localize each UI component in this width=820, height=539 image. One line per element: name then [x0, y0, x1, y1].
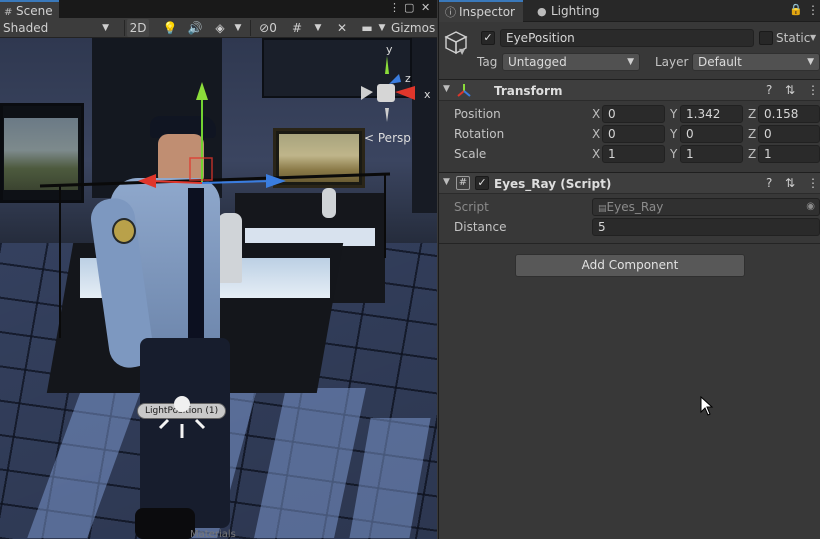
- chevron-down-icon: ▼: [102, 23, 109, 33]
- script-reference-field: ▤Eyes_Ray ◉: [592, 198, 820, 216]
- help-icon[interactable]: ?: [766, 176, 772, 190]
- lock-icon[interactable]: 🔒: [789, 3, 803, 16]
- component-menu-icon[interactable]: ⋮: [807, 176, 819, 190]
- rotation-x-field[interactable]: 0: [602, 125, 665, 143]
- icon-dropdown-icon[interactable]: ▼: [459, 47, 465, 56]
- axis-x-label: X: [592, 107, 601, 121]
- distance-field[interactable]: 5: [592, 218, 820, 236]
- axis-z-label: Z: [748, 147, 757, 161]
- gizmo-x-label: x: [424, 88, 431, 101]
- help-icon[interactable]: ?: [766, 83, 772, 97]
- lightbulb-icon: ●: [537, 5, 547, 18]
- position-z-field[interactable]: 0.158: [758, 105, 820, 123]
- axis-x-label: X: [592, 147, 601, 161]
- gizmo-z-label: z: [405, 72, 411, 85]
- tab-scene[interactable]: # Scene: [0, 0, 59, 18]
- script-icon: #: [456, 176, 470, 190]
- rotation-z-field[interactable]: 0: [758, 125, 820, 143]
- hidden-objects-toggle[interactable]: ⊘0: [254, 19, 282, 37]
- static-label: Static: [776, 31, 811, 45]
- transform-icon: [457, 84, 471, 97]
- presets-icon[interactable]: ⇅: [785, 83, 795, 97]
- scene-viewport[interactable]: y z x < Persp LightPosition (1) Material…: [0, 38, 437, 539]
- z-axis-handle[interactable]: [266, 174, 286, 188]
- effects-dropdown-icon[interactable]: ▼: [231, 19, 245, 37]
- axis-y-label: Y: [670, 107, 678, 121]
- lighting-toggle-icon[interactable]: 💡: [159, 19, 181, 37]
- camera-icon[interactable]: ▬: [356, 19, 378, 37]
- foldout-arrow-icon[interactable]: ▼: [443, 84, 450, 94]
- scale-y-field[interactable]: 1: [680, 145, 743, 163]
- object-picker-icon: ◉: [806, 201, 815, 212]
- maximize-icon[interactable]: ▢: [404, 1, 414, 14]
- chevron-down-icon: ▼: [627, 57, 634, 67]
- camera-dropdown-icon[interactable]: ▼: [376, 19, 388, 37]
- tab-inspector[interactable]: ⓘ Inspector: [439, 0, 523, 22]
- y-axis-handle[interactable]: [196, 82, 208, 100]
- script-enabled-checkbox[interactable]: ✓: [475, 176, 489, 190]
- shading-mode-dropdown[interactable]: Shaded ▼: [3, 19, 113, 37]
- tag-label: Tag: [477, 55, 498, 69]
- script-label: Script: [454, 200, 489, 214]
- transform-title: Transform: [494, 84, 563, 98]
- grid-toggle-icon[interactable]: #: [286, 19, 308, 37]
- scale-x-field[interactable]: 1: [602, 145, 665, 163]
- layer-label: Layer: [655, 55, 689, 69]
- scale-z-field[interactable]: 1: [758, 145, 820, 163]
- mouse-cursor-icon: [700, 396, 714, 416]
- more-options-icon[interactable]: ⋮: [389, 1, 400, 14]
- 2d-toggle-button[interactable]: 2D: [127, 19, 149, 37]
- position-y-field[interactable]: 1.342: [680, 105, 743, 123]
- divider: [439, 243, 820, 244]
- layer-dropdown[interactable]: Default ▼: [692, 53, 820, 71]
- info-icon: ⓘ: [445, 6, 456, 19]
- orientation-gizmo[interactable]: [355, 46, 425, 126]
- light-bulb-icon[interactable]: [156, 394, 210, 442]
- inspector-panel: ⓘ Inspector ● Lighting 🔒 ⋮ ▼ ✓ EyePosition…: [438, 0, 820, 539]
- rotation-label: Rotation: [454, 127, 505, 141]
- scene-tabbar: # Scene ⋮ ▢ ✕: [0, 0, 437, 18]
- grid-dropdown-icon[interactable]: ▼: [311, 19, 325, 37]
- tag-dropdown[interactable]: Untagged ▼: [502, 53, 640, 71]
- rotation-y-field[interactable]: 0: [680, 125, 743, 143]
- audio-toggle-icon[interactable]: 🔊: [184, 19, 206, 37]
- component-menu-icon[interactable]: ⋮: [807, 83, 819, 97]
- position-x-field[interactable]: 0: [602, 105, 665, 123]
- tab-lighting[interactable]: ● Lighting: [531, 0, 608, 22]
- position-label: Position: [454, 107, 501, 121]
- static-dropdown-icon[interactable]: ▼: [810, 33, 816, 42]
- axis-y-label: Y: [670, 127, 678, 141]
- hidden-panel-peek: Materials: [190, 529, 236, 539]
- presets-icon[interactable]: ⇅: [785, 176, 795, 190]
- close-icon[interactable]: ✕: [421, 1, 430, 14]
- foldout-arrow-icon[interactable]: ▼: [443, 177, 450, 187]
- axis-y-label: Y: [670, 147, 678, 161]
- script-file-icon: ▤: [598, 204, 607, 214]
- object-active-checkbox[interactable]: ✓: [481, 31, 495, 45]
- more-options-icon[interactable]: ⋮: [807, 3, 819, 17]
- inspector-tabbar: ⓘ Inspector ● Lighting 🔒 ⋮: [439, 0, 820, 22]
- script-component-header[interactable]: ▼ # ✓ Eyes_Ray (Script) ? ⇅ ⋮: [439, 172, 820, 194]
- axis-z-label: Z: [748, 107, 757, 121]
- distance-label: Distance: [454, 220, 507, 234]
- gizmos-dropdown[interactable]: Gizmos: [391, 19, 437, 37]
- axis-x-label: X: [592, 127, 601, 141]
- gizmo-y-label: y: [386, 43, 393, 56]
- effects-layers-icon[interactable]: ◈: [209, 19, 231, 37]
- chevron-down-icon: ▼: [807, 57, 814, 67]
- x-axis-handle[interactable]: [138, 174, 156, 188]
- eye-slash-icon: ⊘: [259, 21, 270, 35]
- add-component-button[interactable]: Add Component: [515, 254, 745, 277]
- projection-label[interactable]: < Persp: [364, 131, 411, 145]
- scene-toolbar: Shaded ▼ 2D 💡 🔊 ◈ ▼ ⊘0 # ▼ ✕ ▬ ▼ Gizmos: [0, 18, 437, 38]
- object-name-field[interactable]: EyePosition: [500, 29, 754, 47]
- scale-label: Scale: [454, 147, 487, 161]
- script-component-title: Eyes_Ray (Script): [494, 177, 612, 191]
- scene-panel: # Scene ⋮ ▢ ✕ Shaded ▼ 2D 💡 🔊 ◈ ▼ ⊘0 # ▼ …: [0, 0, 437, 539]
- static-checkbox[interactable]: [759, 31, 773, 45]
- axis-z-label: Z: [748, 127, 757, 141]
- tools-icon[interactable]: ✕: [331, 19, 353, 37]
- transform-header[interactable]: ▼ Transform ? ⇅ ⋮: [439, 79, 820, 101]
